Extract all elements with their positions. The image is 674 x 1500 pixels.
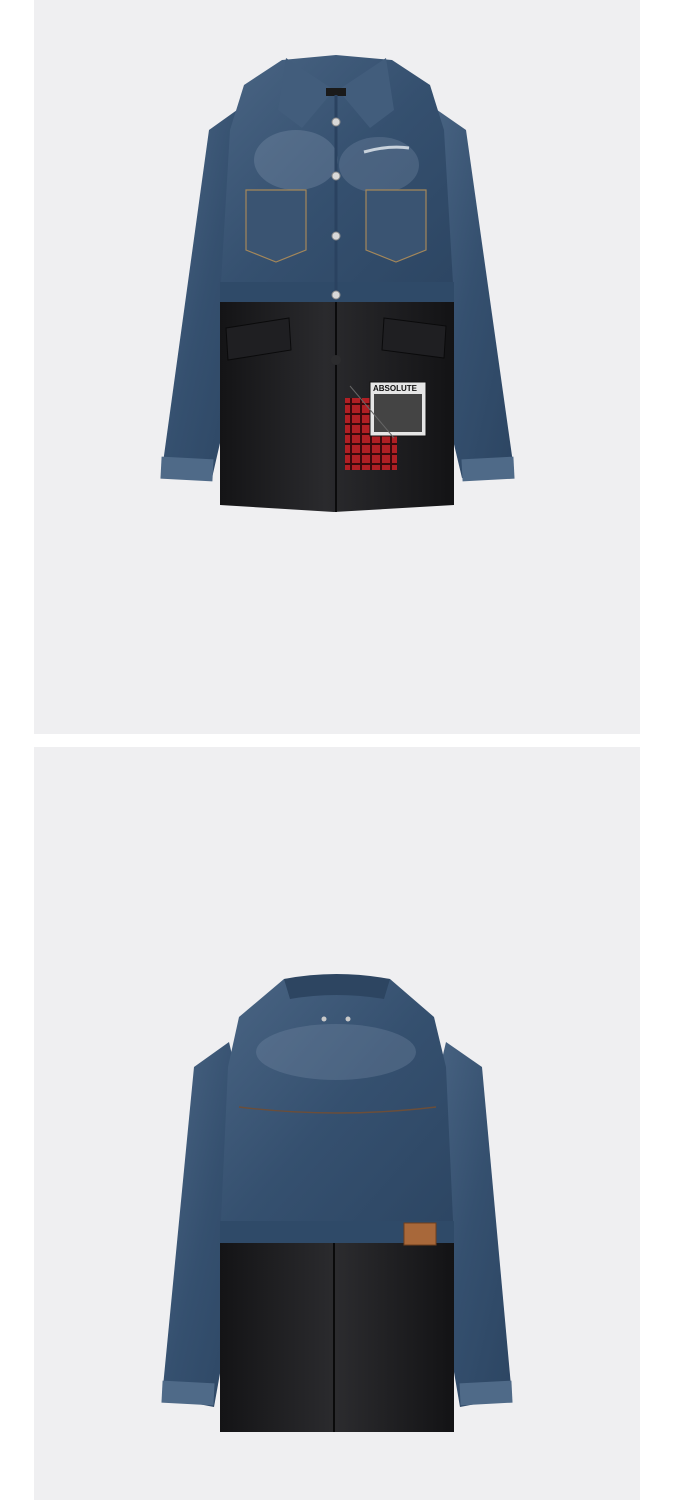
left-chest-pocket <box>245 189 307 263</box>
jacket-front-illustration: ABSOLUTE <box>160 55 515 512</box>
leather-back-panel <box>220 1242 454 1432</box>
product-image-front[interactable]: ABSOLUTE <box>34 0 640 734</box>
product-image-back[interactable] <box>34 747 640 1500</box>
right-chest-pocket <box>365 189 427 263</box>
leather-label <box>403 1222 437 1246</box>
patch-text: ABSOLUTE <box>373 384 418 393</box>
jacket-back-illustration <box>161 974 513 1432</box>
